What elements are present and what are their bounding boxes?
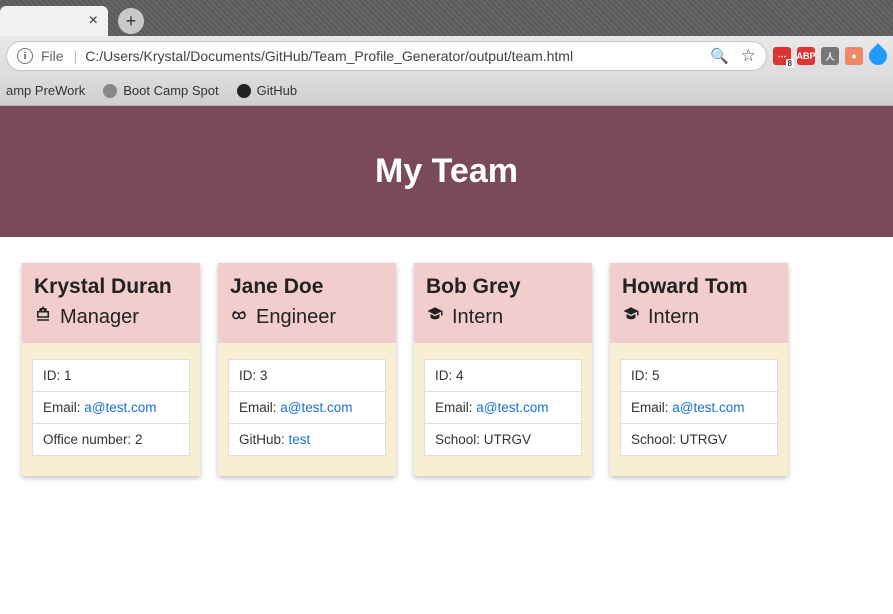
pdf-extension-icon[interactable]: 人 bbox=[821, 47, 839, 65]
id-value: 3 bbox=[260, 368, 268, 383]
role-label: Intern bbox=[648, 306, 699, 329]
email-link[interactable]: a@test.com bbox=[672, 400, 744, 415]
email-link[interactable]: a@test.com bbox=[84, 400, 156, 415]
bookmark-item[interactable]: amp PreWork bbox=[6, 83, 85, 98]
list-item: Office number: 2 bbox=[32, 423, 190, 456]
list-item: Email: a@test.com bbox=[228, 391, 386, 424]
file-scheme-label: File bbox=[41, 48, 64, 64]
engineer-icon bbox=[230, 305, 248, 329]
intern-icon bbox=[426, 305, 444, 329]
member-name: Krystal Duran bbox=[34, 275, 188, 299]
globe-icon bbox=[103, 84, 117, 98]
card-header: Bob Grey Intern bbox=[414, 263, 592, 343]
list-item: School: UTRGV bbox=[620, 423, 778, 456]
member-name: Bob Grey bbox=[426, 275, 580, 299]
email-link[interactable]: a@test.com bbox=[280, 400, 352, 415]
list-item: ID: 1 bbox=[32, 359, 190, 392]
tab-strip: × + bbox=[0, 0, 893, 36]
bookmark-star-icon[interactable]: ☆ bbox=[741, 46, 756, 66]
email-label: Email: bbox=[43, 400, 84, 415]
detail-list: ID: 5 Email: a@test.com School: UTRGV bbox=[620, 359, 778, 456]
bookmark-label: Boot Camp Spot bbox=[123, 83, 218, 98]
member-role: Manager bbox=[34, 305, 188, 329]
list-item: ID: 5 bbox=[620, 359, 778, 392]
id-value: 1 bbox=[64, 368, 72, 383]
extra-value: UTRGV bbox=[680, 432, 727, 447]
id-label: ID: bbox=[631, 368, 652, 383]
member-role: Intern bbox=[622, 305, 776, 329]
address-bar[interactable]: i File | C:/Users/Krystal/Documents/GitH… bbox=[6, 41, 767, 71]
card-header: Howard Tom Intern bbox=[610, 263, 788, 343]
list-item: GitHub: test bbox=[228, 423, 386, 456]
team-card: Howard Tom Intern ID: 5 Email: a@test.co… bbox=[610, 263, 788, 476]
role-label: Manager bbox=[60, 306, 139, 329]
list-item: Email: a@test.com bbox=[32, 391, 190, 424]
team-card: Jane Doe Engineer ID: 3 Email: a@test.co… bbox=[218, 263, 396, 476]
extra-value: 2 bbox=[135, 432, 143, 447]
extra-label: School: bbox=[435, 432, 484, 447]
extension-icon[interactable] bbox=[865, 43, 890, 68]
close-tab-icon[interactable]: × bbox=[89, 12, 98, 30]
browser-chrome: × + i File | C:/Users/Krystal/Documents/… bbox=[0, 0, 893, 106]
id-label: ID: bbox=[435, 368, 456, 383]
email-label: Email: bbox=[631, 400, 672, 415]
bookmarks-bar: amp PreWork Boot Camp Spot GitHub bbox=[0, 76, 893, 106]
team-card: Krystal Duran Manager ID: 1 Email: a@tes… bbox=[22, 263, 200, 476]
extra-label: Office number: bbox=[43, 432, 135, 447]
id-value: 4 bbox=[456, 368, 464, 383]
list-item: Email: a@test.com bbox=[620, 391, 778, 424]
detail-list: ID: 3 Email: a@test.com GitHub: test bbox=[228, 359, 386, 456]
extra-value: UTRGV bbox=[484, 432, 531, 447]
search-icon[interactable]: 🔍 bbox=[710, 47, 729, 65]
member-name: Howard Tom bbox=[622, 275, 776, 299]
card-header: Krystal Duran Manager bbox=[22, 263, 200, 343]
role-label: Engineer bbox=[256, 306, 336, 329]
extra-label: School: bbox=[631, 432, 680, 447]
email-label: Email: bbox=[435, 400, 476, 415]
address-row: i File | C:/Users/Krystal/Documents/GitH… bbox=[0, 36, 893, 76]
extension-icon[interactable]: ⋯8 bbox=[773, 47, 791, 65]
browser-tab[interactable]: × bbox=[0, 6, 108, 36]
card-body: ID: 1 Email: a@test.com Office number: 2 bbox=[22, 343, 200, 476]
extra-label: GitHub: bbox=[239, 432, 289, 447]
site-info-icon[interactable]: i bbox=[17, 48, 33, 64]
bookmark-item[interactable]: GitHub bbox=[237, 83, 297, 98]
card-body: ID: 4 Email: a@test.com School: UTRGV bbox=[414, 343, 592, 476]
github-icon bbox=[237, 84, 251, 98]
detail-list: ID: 4 Email: a@test.com School: UTRGV bbox=[424, 359, 582, 456]
team-card: Bob Grey Intern ID: 4 Email: a@test.com … bbox=[414, 263, 592, 476]
member-name: Jane Doe bbox=[230, 275, 384, 299]
new-tab-button[interactable]: + bbox=[118, 8, 144, 34]
manager-icon bbox=[34, 305, 52, 329]
intern-icon bbox=[622, 305, 640, 329]
email-label: Email: bbox=[239, 400, 280, 415]
list-item: ID: 3 bbox=[228, 359, 386, 392]
team-cards-container: Krystal Duran Manager ID: 1 Email: a@tes… bbox=[0, 237, 893, 502]
detail-list: ID: 1 Email: a@test.com Office number: 2 bbox=[32, 359, 190, 456]
id-label: ID: bbox=[239, 368, 260, 383]
list-item: School: UTRGV bbox=[424, 423, 582, 456]
member-role: Engineer bbox=[230, 305, 384, 329]
adblock-icon[interactable]: ABP bbox=[797, 47, 815, 65]
bookmark-label: amp PreWork bbox=[6, 83, 85, 98]
card-header: Jane Doe Engineer bbox=[218, 263, 396, 343]
member-role: Intern bbox=[426, 305, 580, 329]
recorder-extension-icon[interactable]: ● bbox=[845, 47, 863, 65]
extra-link[interactable]: test bbox=[289, 432, 311, 447]
id-label: ID: bbox=[43, 368, 64, 383]
list-item: ID: 4 bbox=[424, 359, 582, 392]
list-item: Email: a@test.com bbox=[424, 391, 582, 424]
card-body: ID: 5 Email: a@test.com School: UTRGV bbox=[610, 343, 788, 476]
url-text: C:/Users/Krystal/Documents/GitHub/Team_P… bbox=[85, 48, 702, 64]
separator: | bbox=[74, 48, 78, 64]
role-label: Intern bbox=[452, 306, 503, 329]
card-body: ID: 3 Email: a@test.com GitHub: test bbox=[218, 343, 396, 476]
page-title: My Team bbox=[0, 106, 893, 237]
email-link[interactable]: a@test.com bbox=[476, 400, 548, 415]
id-value: 5 bbox=[652, 368, 660, 383]
extension-icons: ⋯8 ABP 人 ● bbox=[773, 47, 887, 65]
bookmark-item[interactable]: Boot Camp Spot bbox=[103, 83, 218, 98]
bookmark-label: GitHub bbox=[257, 83, 297, 98]
